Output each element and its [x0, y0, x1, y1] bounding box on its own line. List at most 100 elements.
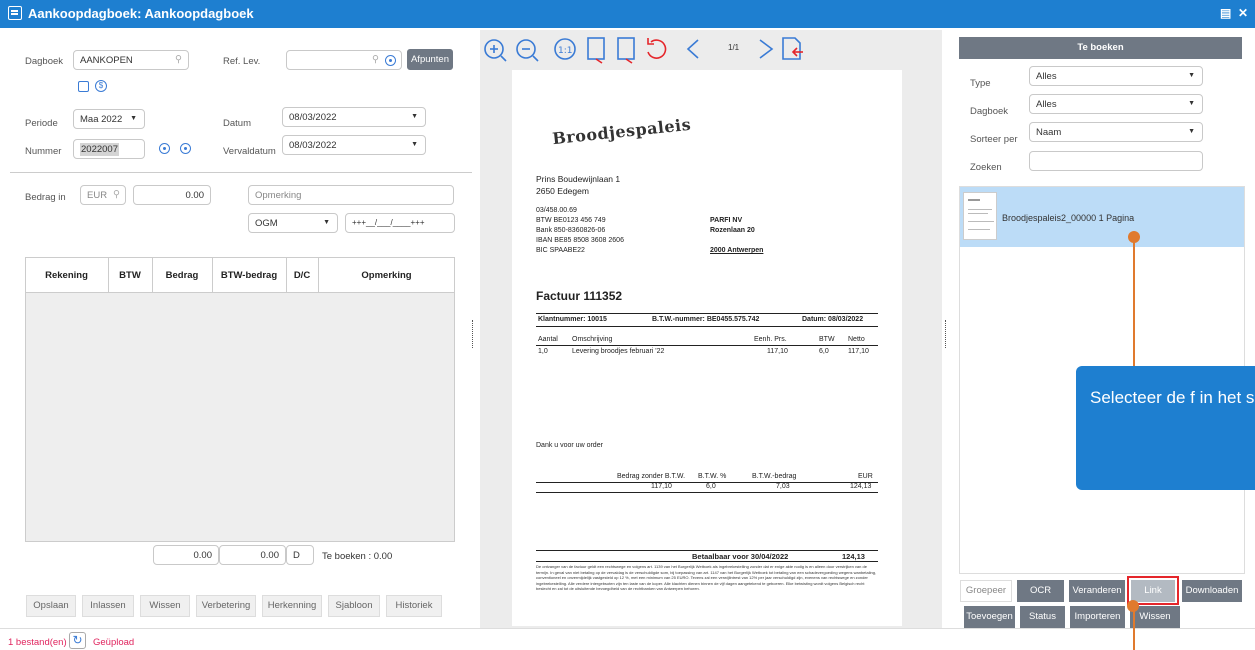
klantnummer: Klantnummer: 10015	[538, 316, 607, 323]
sum-header: Bedrag zonder B.T.W.	[617, 473, 686, 480]
fit-page-icon[interactable]	[617, 37, 635, 64]
pointer-line	[1133, 610, 1135, 650]
sum-value: 117,10	[651, 483, 672, 490]
zoom-out-icon[interactable]	[516, 39, 539, 62]
groepeer-button[interactable]: Groepeer	[960, 580, 1012, 602]
note-icon[interactable]	[78, 81, 89, 92]
splitter-handle[interactable]	[472, 320, 474, 348]
tutorial-callout: Selecteer de f in het scherm	[1076, 366, 1255, 490]
table-body[interactable]	[26, 293, 454, 541]
chevron-down-icon: ▼	[1188, 100, 1195, 107]
bedrag-label: Bedrag in	[25, 192, 66, 203]
upload-status: Geüpload	[93, 637, 135, 648]
herkenning-button[interactable]: Herkenning	[262, 595, 322, 617]
verbetering-button[interactable]: Verbetering	[196, 595, 256, 617]
chevron-down-icon: ▼	[411, 141, 418, 148]
nummer-label: Nummer	[25, 146, 62, 157]
sender-line: 03/458.00.69	[536, 207, 577, 214]
chevron-down-icon: ▼	[130, 115, 137, 122]
vervaldatum-label: Vervaldatum	[223, 146, 276, 157]
inlassen-button[interactable]: Inlassen	[82, 595, 134, 617]
splitter-handle[interactable]	[945, 320, 947, 348]
svg-text:1:1: 1:1	[558, 46, 572, 56]
type-select[interactable]: Alles ▼	[1029, 66, 1203, 86]
dagboek-value: AANKOPEN	[80, 55, 133, 66]
rotate-icon[interactable]	[647, 38, 667, 59]
actual-size-icon[interactable]: 1:1	[554, 38, 576, 60]
line-value: 117,10	[848, 348, 869, 355]
wissen-button[interactable]: Wissen	[140, 595, 190, 617]
viewer-toolbar: 1:1	[484, 37, 803, 64]
opmerking-field[interactable]: Opmerking	[248, 185, 454, 205]
veranderen-button[interactable]: Veranderen	[1069, 580, 1125, 602]
chevron-down-icon: ▼	[1188, 128, 1195, 135]
historiek-button[interactable]: Historiek	[386, 595, 442, 617]
bedrag-field[interactable]: 0.00	[133, 185, 211, 205]
lookup-icon[interactable]	[180, 143, 191, 154]
ogm-field[interactable]: +++__/___/____+++	[345, 213, 455, 233]
downloaden-button[interactable]: Downloaden	[1182, 580, 1242, 602]
sjabloon-button[interactable]: Sjabloon	[328, 595, 380, 617]
sorteer-select[interactable]: Naam ▼	[1029, 122, 1203, 142]
close-icon[interactable]: ✕	[1238, 6, 1248, 20]
lookup-icon[interactable]	[385, 55, 396, 66]
datum-label: Datum	[223, 118, 251, 129]
search-icon[interactable]: ⚲	[372, 54, 379, 65]
opslaan-button[interactable]: Opslaan	[26, 595, 76, 617]
fit-width-icon[interactable]	[587, 37, 605, 64]
zoeken-input[interactable]	[1029, 151, 1203, 171]
file-count: 1 bestand(en)	[8, 637, 67, 648]
afpunten-button[interactable]: Afpunten	[407, 49, 453, 70]
next-page-icon[interactable]	[759, 39, 774, 59]
col-btw-bedrag[interactable]: BTW-bedrag	[212, 270, 286, 281]
sender-line: IBAN BE85 8508 3608 2606	[536, 237, 624, 244]
invoice-date: Datum: 08/03/2022	[802, 316, 864, 323]
restore-icon[interactable]: ▤	[1220, 6, 1231, 20]
callout-pointer-line	[1133, 236, 1135, 366]
periode-value: Maa 2022	[80, 114, 123, 125]
type-value: Alles	[1036, 71, 1057, 82]
toevoegen-button[interactable]: Toevoegen	[964, 606, 1015, 628]
line-header: Eenh. Prs.	[754, 336, 787, 343]
col-rekening[interactable]: Rekening	[25, 270, 108, 281]
export-icon[interactable]	[782, 37, 803, 60]
line-header: Aantal	[538, 336, 558, 343]
status-button[interactable]: Status	[1020, 606, 1065, 628]
lookup-icon[interactable]	[159, 143, 170, 154]
col-bedrag[interactable]: Bedrag	[152, 270, 212, 281]
datum-select[interactable]: 08/03/2022 ▼	[282, 107, 426, 127]
total-bedrag: 0.00	[153, 545, 219, 565]
line-value: 117,10	[767, 348, 788, 355]
link-button[interactable]: Link	[1131, 580, 1175, 602]
ocr-button[interactable]: OCR	[1017, 580, 1064, 602]
refresh-icon[interactable]: ↻	[69, 632, 86, 649]
vervaldatum-select[interactable]: 08/03/2022 ▼	[282, 135, 426, 155]
currency-icon[interactable]: $	[95, 80, 107, 92]
ref-lev-field[interactable]: ⚲	[286, 50, 402, 70]
col-btw[interactable]: BTW	[108, 270, 152, 281]
col-opmerking[interactable]: Opmerking	[318, 270, 455, 281]
sum-value: 6,0	[706, 483, 716, 490]
ogm-select[interactable]: OGM ▼	[248, 213, 338, 233]
sender-city: 2650 Edegem	[536, 186, 589, 196]
periode-select[interactable]: Maa 2022 ▼	[73, 109, 145, 129]
zoom-in-icon[interactable]	[484, 39, 507, 62]
ref-lev-label: Ref. Lev.	[223, 56, 261, 67]
sum-value: 124,13	[850, 483, 872, 490]
sum-header: B.T.W. %	[698, 473, 727, 480]
search-icon[interactable]: ⚲	[175, 54, 182, 65]
chevron-down-icon: ▼	[323, 219, 330, 226]
total-dc: D	[286, 545, 314, 565]
line-value: Levering broodjes februari '22	[572, 348, 665, 355]
line-header: Omschrijving	[572, 336, 613, 343]
currency-field[interactable]: EUR ⚲	[80, 185, 126, 205]
search-icon[interactable]: ⚲	[113, 189, 120, 200]
dagboek-field[interactable]: AANKOPEN ⚲	[73, 50, 189, 70]
previous-page-icon[interactable]	[686, 39, 699, 59]
col-dc[interactable]: D/C	[286, 270, 318, 281]
nummer-field[interactable]: 2022007	[73, 139, 145, 159]
sender-street: Prins Boudewijnlaan 1	[536, 174, 621, 184]
dagboek-filter-select[interactable]: Alles ▼	[1029, 94, 1203, 114]
file-list-item[interactable]: Broodjespaleis2_00000 1 Pagina	[960, 187, 1244, 247]
importeren-button[interactable]: Importeren	[1070, 606, 1125, 628]
